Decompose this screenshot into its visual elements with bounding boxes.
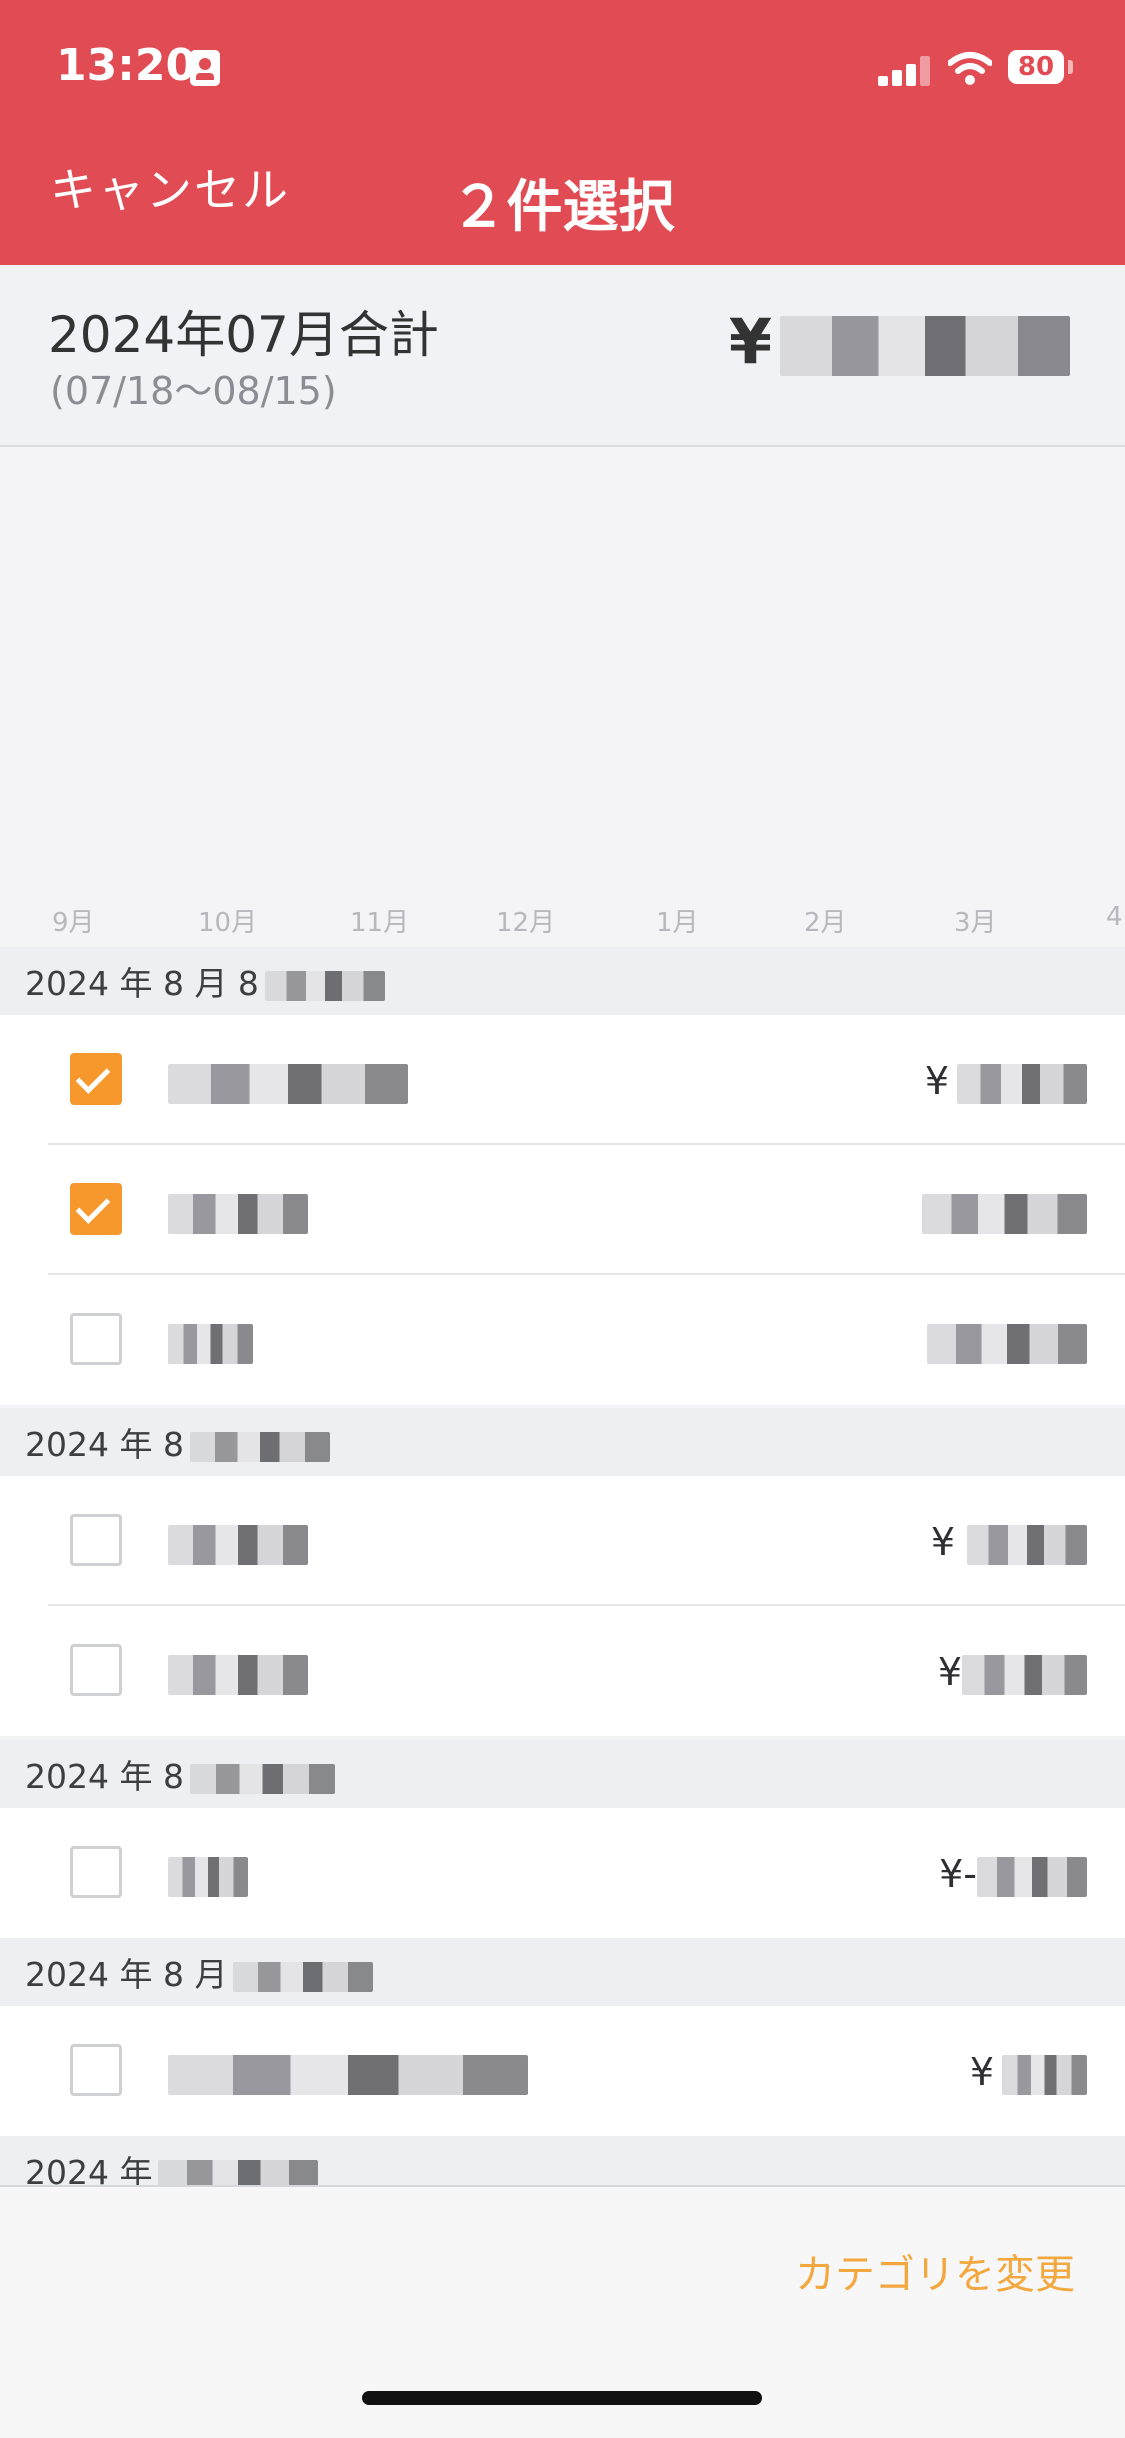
- redacted-amount: [962, 1654, 1087, 1695]
- date-section-header: 2024 年 8: [0, 1740, 1125, 1808]
- checkbox-checked-icon[interactable]: [70, 1183, 122, 1235]
- battery-icon: 80: [1008, 50, 1064, 84]
- date-section-header: 2024 年 8 月: [0, 1938, 1125, 2006]
- month-label: 1月: [656, 908, 699, 938]
- home-indicator[interactable]: [362, 2391, 762, 2405]
- summary-amount: ¥: [729, 305, 1070, 378]
- transaction-row[interactable]: [0, 1145, 1125, 1275]
- transaction-row[interactable]: ¥: [0, 1606, 1125, 1736]
- status-time: 13:20: [56, 40, 197, 91]
- transaction-amount: ¥: [924, 1059, 949, 1103]
- transaction-row[interactable]: ¥-: [0, 1808, 1125, 1938]
- month-label: 12月: [496, 908, 556, 938]
- transaction-row[interactable]: [0, 1275, 1125, 1405]
- monthly-chart[interactable]: 9月 10月 11月 12月 1月 2月 3月 4: [0, 447, 1125, 947]
- transaction-row[interactable]: ¥: [0, 2006, 1125, 2136]
- transaction-amount: ¥: [937, 1650, 962, 1694]
- change-category-button[interactable]: カテゴリを変更: [795, 2242, 1075, 2300]
- month-label: 11月: [350, 908, 410, 938]
- redacted-name: [168, 2054, 528, 2095]
- month-label: 10月: [198, 908, 258, 938]
- cellular-signal-icon: [878, 56, 933, 86]
- date-section-header: 2024 年: [0, 2136, 1125, 2185]
- section-title: 2024 年: [25, 2153, 153, 2185]
- redacted-name: [168, 1193, 308, 1234]
- checkbox-icon[interactable]: [70, 1846, 122, 1898]
- battery-tip: [1068, 60, 1073, 74]
- section-title: 2024 年 8: [25, 1425, 184, 1464]
- redacted-amount: [780, 315, 1070, 376]
- checkbox-icon[interactable]: [70, 2044, 122, 2096]
- header-bar: 13:20 80 キャンセル ２件選択: [0, 0, 1125, 265]
- transaction-amount: ¥-: [939, 1852, 977, 1896]
- checkbox-icon[interactable]: [70, 1514, 122, 1566]
- redacted-name: [168, 1063, 408, 1104]
- redacted-date: [158, 2159, 319, 2185]
- redacted-date: [264, 970, 385, 1001]
- redacted-name: [168, 1524, 308, 1565]
- redacted-amount: [1002, 2054, 1087, 2095]
- redacted-name: [168, 1323, 253, 1364]
- section-title: 2024 年 8 月 8: [25, 964, 259, 1003]
- checkbox-icon[interactable]: [70, 1644, 122, 1696]
- transaction-amount: ¥: [930, 1520, 955, 1564]
- monthly-summary[interactable]: 2024年07月合計 (07/18～08/15) ¥: [0, 265, 1125, 447]
- month-label: 4: [1106, 902, 1123, 932]
- summary-amount-text: ¥: [728, 305, 772, 378]
- section-title: 2024 年 8 月: [25, 1955, 228, 1994]
- section-title: 2024 年 8: [25, 1757, 184, 1796]
- wifi-icon: [948, 52, 992, 85]
- checkbox-icon[interactable]: [70, 1313, 122, 1365]
- transaction-row[interactable]: ¥: [0, 1015, 1125, 1145]
- checkbox-checked-icon[interactable]: [70, 1053, 122, 1105]
- redacted-name: [168, 1654, 308, 1695]
- redacted-amount: [967, 1524, 1087, 1565]
- month-label: 3月: [954, 908, 997, 938]
- redacted-date: [189, 1431, 330, 1462]
- person-badge-icon: [190, 50, 220, 86]
- redacted-name: [168, 1856, 248, 1897]
- selection-title: ２件選択: [450, 175, 675, 240]
- redacted-amount: [977, 1856, 1087, 1897]
- redacted-date: [233, 1961, 374, 1992]
- redacted-amount: [957, 1063, 1087, 1104]
- redacted-date: [189, 1763, 335, 1794]
- transaction-amount: ¥: [969, 2050, 994, 2094]
- month-label: 2月: [804, 908, 847, 938]
- summary-range: (07/18～08/15): [50, 369, 337, 413]
- redacted-amount: [922, 1193, 1087, 1234]
- transaction-row[interactable]: ¥: [0, 1476, 1125, 1606]
- month-label: 9月: [52, 908, 95, 938]
- summary-label: 2024年07月合計: [48, 306, 439, 364]
- date-section-header: 2024 年 8: [0, 1408, 1125, 1476]
- redacted-amount: [927, 1323, 1087, 1364]
- date-section-header: 2024 年 8 月 8: [0, 947, 1125, 1015]
